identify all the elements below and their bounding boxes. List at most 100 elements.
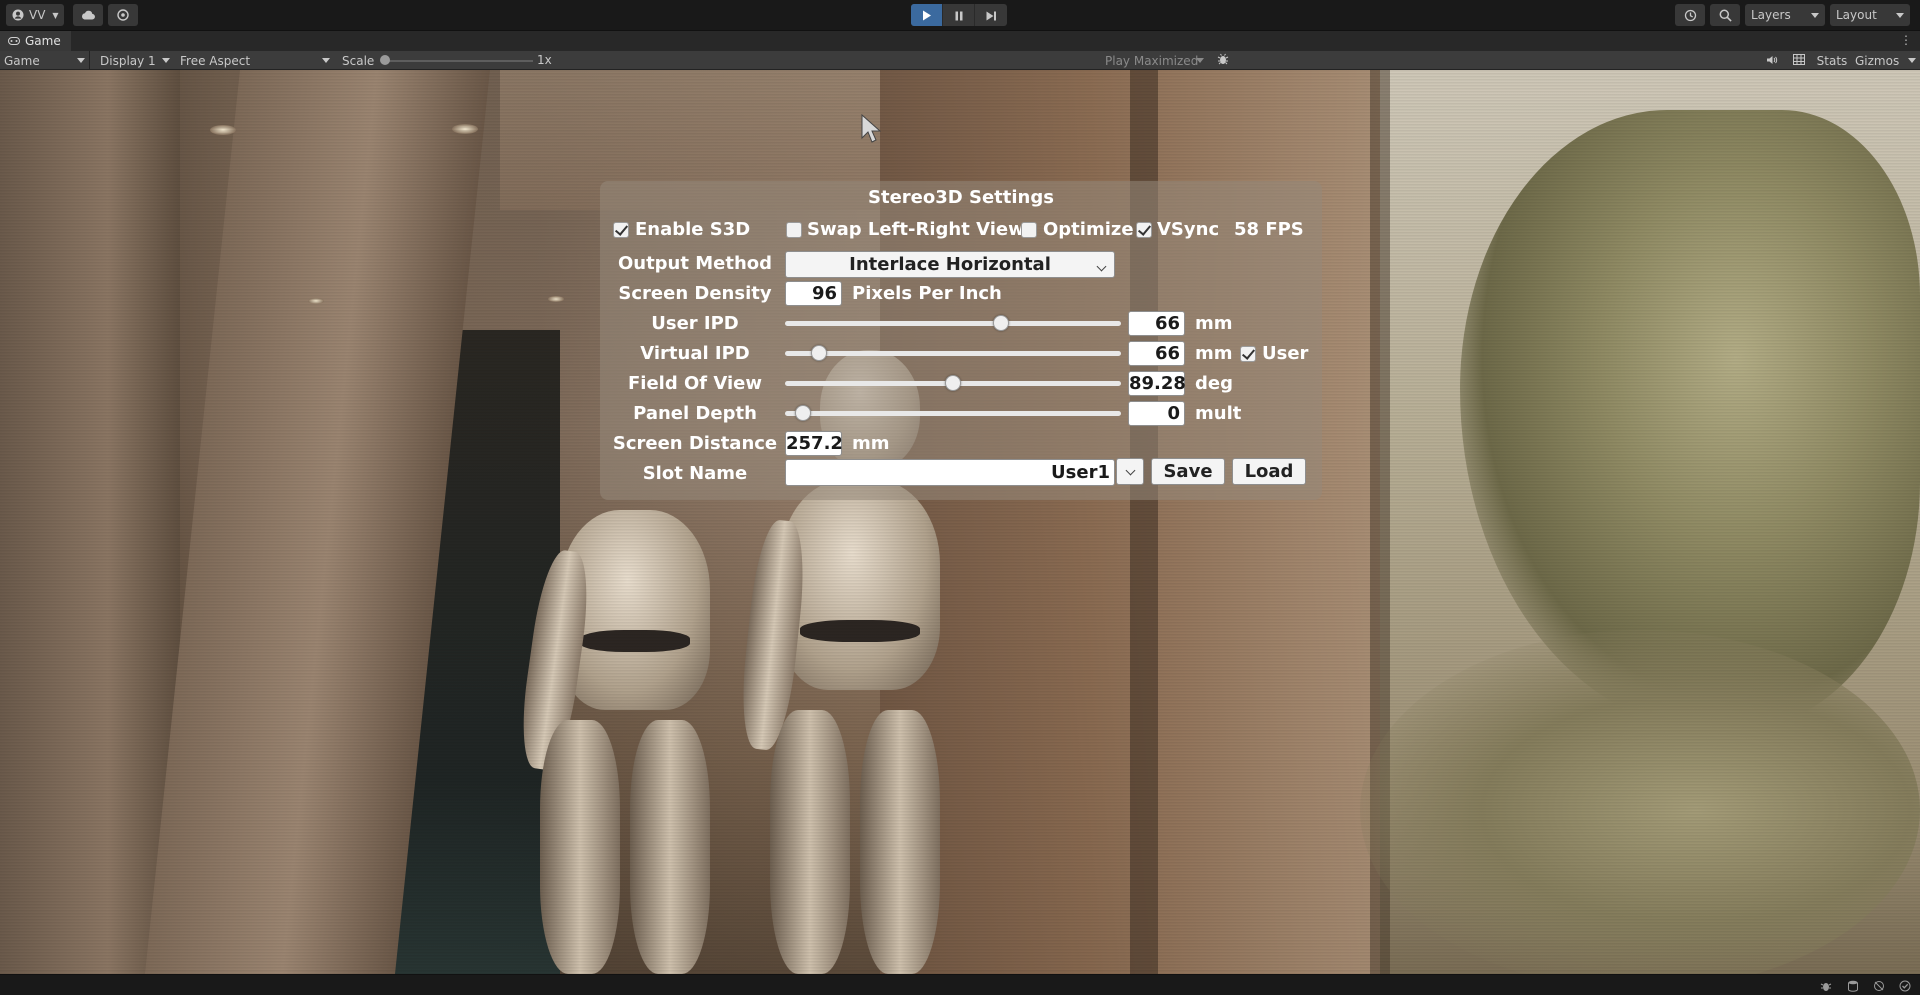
layout-dropdown[interactable]: Layout <box>1830 4 1910 26</box>
checkmark-circle-icon[interactable] <box>1897 978 1913 994</box>
bug-icon <box>1217 53 1229 68</box>
playback-controls <box>911 4 1007 26</box>
tab-game[interactable]: Game <box>0 31 71 51</box>
slider-handle[interactable] <box>945 375 961 391</box>
play-icon <box>922 6 932 25</box>
enable-s3d-checkbox[interactable] <box>613 222 629 238</box>
stereo3d-settings-panel: Stereo3D Settings Enable S3D Swap Left-R… <box>600 181 1322 500</box>
layers-label: Layers <box>1751 8 1791 22</box>
chevron-down-icon <box>1811 13 1819 18</box>
account-icon <box>12 9 24 21</box>
enable-s3d-label: Enable S3D <box>635 219 751 240</box>
more-options-icon[interactable]: ⋮ <box>1900 33 1912 47</box>
collab-button[interactable] <box>108 4 138 26</box>
slot-name-input[interactable]: User1 <box>785 459 1115 486</box>
display-label: Display 1 <box>100 53 156 68</box>
optimize-checkbox[interactable] <box>1021 222 1037 238</box>
field-of-view-input[interactable]: 89.28 <box>1128 371 1186 396</box>
scale-value: 1x <box>537 53 552 67</box>
virtual-ipd-user-label: User <box>1262 343 1309 364</box>
game-view-toolbar: Game Display 1 Free Aspect Scale 1x Play… <box>0 51 1920 70</box>
scale-control: Scale 1x <box>340 51 552 70</box>
screen-distance-label: Screen Distance <box>612 433 778 454</box>
tab-bar: Game ⋮ <box>0 30 1920 51</box>
step-icon <box>986 6 997 25</box>
play-button[interactable] <box>911 4 943 26</box>
field-of-view-label: Field Of View <box>627 373 762 394</box>
aspect-dropdown[interactable]: Free Aspect <box>174 51 334 70</box>
bug-icon[interactable] <box>1818 978 1834 994</box>
game-viewport[interactable]: Stereo3D Settings Enable S3D Swap Left-R… <box>0 70 1920 974</box>
output-method-label: Output Method <box>617 253 773 274</box>
swap-lr-label: Swap Left-Right View <box>807 219 1025 240</box>
screen-density-label: Screen Density <box>618 283 772 304</box>
grid-icon <box>1793 53 1805 68</box>
play-mode-dropdown[interactable]: Play Maximized <box>1100 51 1208 70</box>
user-ipd-input[interactable]: 66 <box>1128 311 1185 336</box>
search-icon <box>1719 9 1732 22</box>
screen-distance-input[interactable]: 257.2 <box>785 431 843 456</box>
user-ipd-unit: mm <box>1195 313 1233 334</box>
layers-dropdown[interactable]: Layers <box>1745 4 1825 26</box>
swap-lr-checkbox[interactable] <box>786 222 802 238</box>
gizmos-dropdown[interactable]: Gizmos <box>1852 51 1920 70</box>
slider-handle[interactable] <box>811 345 827 361</box>
scale-slider-handle[interactable] <box>380 55 390 65</box>
tab-game-label: Game <box>25 34 61 48</box>
grid-button[interactable] <box>1790 51 1808 70</box>
output-method-value: Interlace Horizontal <box>849 254 1051 275</box>
chevron-down-icon <box>162 58 170 63</box>
output-method-dropdown[interactable]: Interlace Horizontal <box>785 251 1115 278</box>
history-button[interactable] <box>1675 4 1705 26</box>
scale-slider-track[interactable] <box>385 60 533 62</box>
database-icon[interactable] <box>1845 978 1861 994</box>
collab-icon <box>117 9 129 21</box>
play-mode-label: Play Maximized <box>1105 53 1199 68</box>
robot-leg <box>770 710 850 974</box>
optimize-label: Optimize <box>1043 219 1134 240</box>
robot-torso <box>780 480 940 690</box>
gamepad-icon <box>8 34 20 48</box>
display-dropdown[interactable]: Display 1 <box>94 51 174 70</box>
slot-name-dropdown-button[interactable] <box>1116 458 1144 485</box>
robot-leg <box>860 710 940 974</box>
robot-band <box>800 620 920 642</box>
cloud-button[interactable] <box>73 4 103 26</box>
slider-handle[interactable] <box>795 405 811 421</box>
load-button[interactable]: Load <box>1232 458 1306 485</box>
step-button[interactable] <box>975 4 1007 26</box>
mute-audio-button[interactable] <box>1763 51 1781 70</box>
virtual-ipd-input[interactable]: 66 <box>1128 341 1185 366</box>
user-ipd-slider[interactable] <box>785 311 1121 336</box>
slider-handle[interactable] <box>993 315 1009 331</box>
chevron-down-icon <box>77 58 85 63</box>
chevron-down-icon <box>1196 58 1204 63</box>
stats-button[interactable]: Stats <box>1815 51 1849 70</box>
virtual-ipd-slider[interactable] <box>785 341 1121 366</box>
panel-depth-input[interactable]: 0 <box>1128 401 1185 426</box>
field-of-view-slider[interactable] <box>785 371 1121 396</box>
view-type-dropdown[interactable]: Game <box>0 51 90 70</box>
virtual-ipd-user-checkbox[interactable] <box>1240 346 1256 362</box>
cloud-icon <box>81 10 95 20</box>
screen-density-input[interactable]: 96 <box>785 281 842 306</box>
chevron-down-icon <box>322 58 330 63</box>
ceiling-light <box>210 125 236 135</box>
save-button[interactable]: Save <box>1151 458 1225 485</box>
scene-column <box>0 70 180 974</box>
panel-depth-slider[interactable] <box>785 401 1121 426</box>
view-type-label: Game <box>4 53 40 68</box>
network-icon[interactable] <box>1871 978 1887 994</box>
gizmos-label: Gizmos <box>1855 53 1900 68</box>
pause-icon <box>954 6 964 25</box>
account-dropdown[interactable]: VV ▼ <box>6 4 64 26</box>
main-toolbar: VV ▼ Layers Layout <box>0 0 1920 30</box>
ceiling-light <box>452 124 478 134</box>
search-button[interactable] <box>1710 4 1740 26</box>
user-ipd-label: User IPD <box>651 313 739 334</box>
vsync-checkbox[interactable] <box>1136 222 1152 238</box>
bug-button[interactable] <box>1213 51 1233 70</box>
pause-button[interactable] <box>943 4 975 26</box>
robot-figure <box>514 490 760 974</box>
chevron-down-icon <box>1896 13 1904 18</box>
